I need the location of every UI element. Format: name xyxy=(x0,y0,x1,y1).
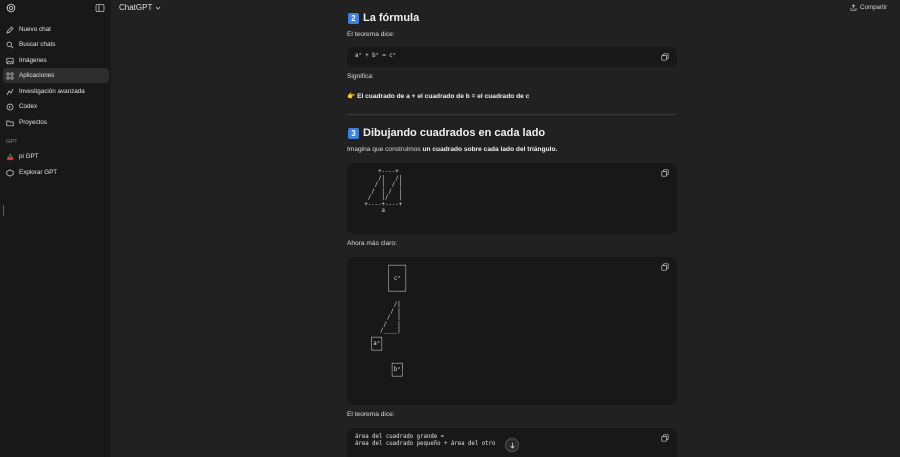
sidebar-top xyxy=(0,0,111,18)
ascii-diagram: +----+ /| /| / | / | / | / | / |/ | +---… xyxy=(364,169,403,214)
arrow-down-icon xyxy=(509,442,515,449)
section-number-badge: 3 xyxy=(348,127,359,139)
sidebar-item-label: Buscar chats xyxy=(19,41,56,48)
section-title: La fórmula xyxy=(363,12,420,24)
divider xyxy=(347,114,676,115)
chevron-down-icon xyxy=(156,6,161,10)
copy-icon[interactable] xyxy=(661,434,669,442)
sidebar-item-new-chat[interactable]: Nuevo chat xyxy=(3,22,109,37)
sidebar-item-label: Aplicaciones xyxy=(19,72,55,79)
sidebar: Nuevo chat Buscar chats Imágenes Aplicac… xyxy=(0,0,111,457)
edit-icon xyxy=(6,26,14,33)
sidebar-item-label: Codex xyxy=(19,103,38,110)
share-button[interactable]: Compartir xyxy=(850,4,887,11)
model-selector[interactable]: ChatGPT xyxy=(119,3,161,12)
sidebar-resize-handle[interactable] xyxy=(3,205,4,216)
section-title: Dibujando cuadrados en cada lado xyxy=(363,127,546,139)
search-icon xyxy=(6,41,14,48)
sidebar-item-explore-gpts[interactable]: Explorar GPT xyxy=(3,165,109,180)
copy-icon[interactable] xyxy=(661,53,669,61)
imagine-prefix: Imagina que construimos xyxy=(347,146,423,153)
code-block-formula: a² + b² = c² xyxy=(347,47,677,67)
section-number-badge: 2 xyxy=(348,12,359,24)
research-icon xyxy=(6,88,14,95)
share-icon xyxy=(850,4,857,11)
ascii-diagram: ┌────┐ │ │ │ c² │ │ │ └────┘ /| / | / | … xyxy=(369,263,408,380)
imagine-bold: un cuadrado sobre cada lado del triángul… xyxy=(422,146,558,153)
scroll-to-bottom-button[interactable] xyxy=(505,438,519,452)
sidebar-item-label: Nuevo chat xyxy=(19,26,51,33)
chatgpt-logo-icon[interactable] xyxy=(6,3,16,13)
codex-icon xyxy=(6,103,14,110)
sidebar-item-label: Investigación avanzada xyxy=(19,88,85,95)
sidebar-item-codex[interactable]: Codex xyxy=(3,99,109,114)
model-name: ChatGPT xyxy=(119,3,153,12)
paragraph-theorem-says: El teorema dice: xyxy=(347,31,395,38)
code-text: área del cuadrado grande = área del cuad… xyxy=(355,434,496,447)
cherry-icon xyxy=(7,152,14,160)
code-text: a² + b² = c² xyxy=(355,53,397,59)
sidebar-item-search-chats[interactable]: Buscar chats xyxy=(3,37,109,52)
paragraph-clearer: Ahora más claro: xyxy=(347,240,397,247)
paragraph-meaning-label: Significa: xyxy=(347,73,374,80)
sidebar-item-label: Proyectos xyxy=(19,119,47,126)
sidebar-section-label: GPT xyxy=(6,139,18,145)
sidebar-item-deep-research[interactable]: Investigación avanzada xyxy=(3,84,109,99)
sidebar-item-label: Explorar GPT xyxy=(19,169,58,176)
folder-icon xyxy=(6,120,14,126)
sidebar-item-label: Imágenes xyxy=(19,57,47,64)
paragraph-imagine: Imagina que construimos un cuadrado sobr… xyxy=(347,146,557,153)
code-block-diagram-2: ┌────┐ │ │ │ c² │ │ │ └────┘ /| / | / | … xyxy=(347,257,677,405)
copy-icon[interactable] xyxy=(661,169,669,177)
sidebar-toggle-icon[interactable] xyxy=(95,3,105,13)
section-heading-formula: 2 La fórmula xyxy=(348,12,419,24)
paragraph-theorem-says-2: El teorema dice: xyxy=(347,411,395,418)
meaning-text: El cuadrado de a + el cuadrado de b = el… xyxy=(357,93,530,100)
sidebar-item-images[interactable]: Imágenes xyxy=(3,53,109,68)
apps-icon xyxy=(6,71,14,80)
section-heading-drawing-squares: 3 Dibujando cuadrados en cada lado xyxy=(348,127,545,139)
sidebar-item-label: pi GPT xyxy=(19,153,39,160)
image-icon xyxy=(6,57,14,64)
pointing-hand-icon: 👉 xyxy=(347,93,356,100)
explore-icon xyxy=(6,168,14,177)
share-label: Compartir xyxy=(860,4,888,11)
sidebar-item-apps[interactable]: Aplicaciones xyxy=(3,68,109,83)
copy-icon[interactable] xyxy=(661,263,669,271)
sidebar-item-pi-gpt[interactable]: pi GPT xyxy=(3,149,109,164)
sidebar-item-projects[interactable]: Proyectos xyxy=(3,115,109,130)
code-block-diagram-1: +----+ /| /| / | / | / | / | / |/ | +---… xyxy=(347,163,677,234)
paragraph-meaning: 👉 El cuadrado de a + el cuadrado de b = … xyxy=(347,92,529,100)
